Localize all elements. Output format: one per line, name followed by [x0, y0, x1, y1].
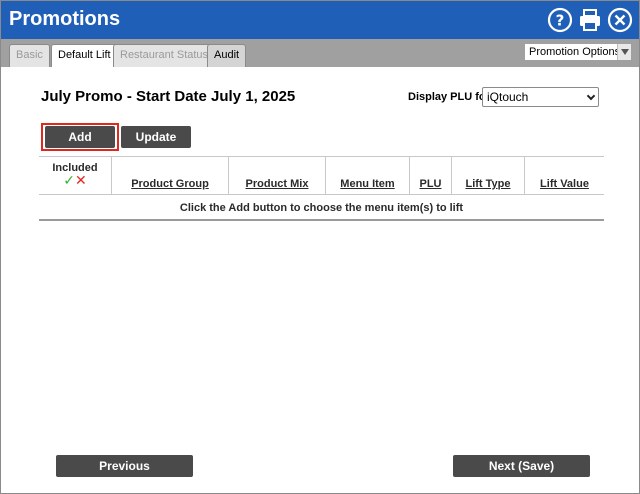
column-lift-type[interactable]: Lift Type: [452, 157, 525, 195]
tab-restaurant-status: Restaurant Status: [113, 44, 216, 67]
display-plu-select[interactable]: iQtouch: [482, 87, 599, 107]
svg-text:?: ?: [556, 12, 565, 30]
help-icon[interactable]: ?: [547, 7, 573, 33]
chevron-down-icon: [586, 91, 596, 101]
add-button[interactable]: Add: [45, 126, 115, 148]
promotion-options-select[interactable]: Promotion Options: [524, 43, 632, 61]
column-product-group[interactable]: Product Group: [112, 157, 229, 195]
tab-basic: Basic: [9, 44, 50, 67]
promotion-options-label: Promotion Options: [529, 46, 621, 58]
next-save-button[interactable]: Next (Save): [453, 455, 590, 477]
included-marks: ✓✕: [39, 174, 111, 188]
add-button-highlight: Add: [41, 123, 119, 151]
column-plu[interactable]: PLU: [410, 157, 452, 195]
display-plu-label: Display PLU for: [408, 91, 490, 103]
title-bar: Promotions ?: [1, 1, 639, 39]
column-header-label: Menu Item: [340, 178, 395, 190]
column-lift-value[interactable]: Lift Value: [525, 157, 604, 195]
column-header-label: Product Mix: [245, 178, 309, 190]
tab-audit[interactable]: Audit: [207, 44, 247, 67]
print-icon[interactable]: [577, 7, 603, 33]
tab-default-lift[interactable]: Default Lift: [51, 44, 118, 67]
column-header-label: Product Group: [131, 178, 209, 190]
dropdown-arrow-icon: [617, 44, 631, 60]
cross-icon[interactable]: ✕: [75, 173, 87, 189]
check-icon[interactable]: ✓: [63, 173, 75, 189]
previous-button[interactable]: Previous: [56, 455, 193, 477]
update-button[interactable]: Update: [121, 126, 191, 148]
column-header-label: Lift Type: [465, 178, 511, 190]
promotions-window: Promotions ? Basic Default Lift Restaura…: [0, 0, 640, 494]
lift-items-grid: Included ✓✕ Product Group Product Mix Me…: [39, 156, 604, 221]
column-header-label: PLU: [419, 178, 442, 190]
grid-empty-message: Click the Add button to choose the menu …: [179, 202, 464, 214]
column-product-mix[interactable]: Product Mix: [229, 157, 326, 195]
close-icon[interactable]: [607, 7, 633, 33]
column-menu-item[interactable]: Menu Item: [326, 157, 410, 195]
titlebar-icons: ?: [547, 7, 633, 33]
column-header-label: Lift Value: [540, 178, 589, 190]
grid-header: Included ✓✕ Product Group Product Mix Me…: [39, 157, 604, 195]
column-included: Included ✓✕: [39, 157, 112, 195]
window-title: Promotions: [9, 8, 121, 30]
page-title: July Promo - Start Date July 1, 2025: [41, 88, 296, 105]
display-plu-value: iQtouch: [487, 90, 529, 104]
